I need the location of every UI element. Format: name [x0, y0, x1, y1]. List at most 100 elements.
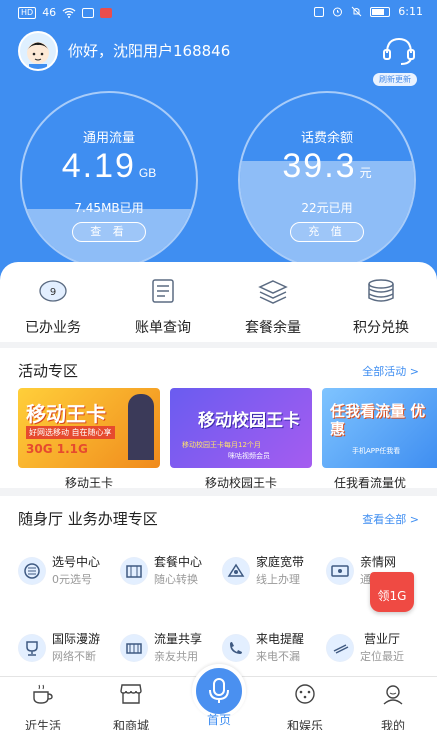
- share-icon: [120, 634, 148, 662]
- biz-name: 选号中心: [52, 555, 101, 569]
- refresh-button[interactable]: 刷新更新: [373, 73, 417, 86]
- avatar[interactable]: [18, 31, 58, 71]
- banner-figure: [128, 394, 154, 460]
- quick-action-balance[interactable]: 套餐余量: [228, 278, 318, 337]
- biz-desc: 定位最近: [360, 650, 404, 663]
- data-value-number: 4.19: [61, 147, 136, 185]
- nav-me[interactable]: 我的: [358, 683, 428, 730]
- nav-home-label: 首页: [206, 713, 231, 727]
- svg-text:9: 9: [50, 287, 56, 298]
- banner-free-data[interactable]: 任我看流量 优惠 手机APP任我看: [322, 388, 437, 468]
- nfc-icon: [314, 6, 325, 17]
- gallery-icon: [82, 7, 95, 18]
- biz-item-store[interactable]: 营业厅 定位最近: [326, 630, 437, 670]
- profile-icon: [383, 685, 403, 705]
- banner-subline: 好网选移动 自在随心享: [26, 426, 115, 439]
- biz-desc: 网络不断: [52, 650, 96, 663]
- quick-action-label: 账单查询: [135, 320, 191, 336]
- gamepad-icon: [295, 684, 315, 704]
- balance-value-number: 39.3: [282, 147, 357, 185]
- greeting-text: 你好，沈阳用户168846: [68, 42, 231, 60]
- quick-action-label: 积分兑换: [353, 320, 409, 336]
- banner-label: 移动校园王卡: [204, 476, 277, 490]
- bill-icon: [152, 279, 174, 303]
- location-icon: [326, 634, 354, 662]
- data-value: 4.19 GB: [22, 147, 196, 186]
- promo-badge[interactable]: 领1G: [370, 572, 414, 612]
- biz-name: 家庭宽带: [256, 555, 305, 569]
- biz-name: 营业厅: [364, 632, 401, 646]
- signal-text: 46: [42, 6, 57, 19]
- app-notification-icon: [100, 7, 113, 18]
- wifi-icon: [62, 7, 76, 18]
- sim-icon: [18, 557, 46, 585]
- view-data-button[interactable]: 查 看: [72, 222, 146, 242]
- biz-item-broadband[interactable]: 家庭宽带 线上办理: [222, 553, 330, 593]
- biz-name: 套餐中心: [154, 555, 203, 569]
- balance-circle[interactable]: 话费余额 39.3 元 22元已用 充 值: [238, 91, 416, 269]
- biz-desc: 随心转换: [154, 573, 198, 586]
- banner-subline: 移动校园王卡每月12个月: [182, 441, 261, 449]
- nav-label: 和娱乐: [286, 719, 323, 730]
- nav-home[interactable]: [192, 664, 246, 718]
- business-title: 随身厅 业务办理专区: [18, 510, 158, 528]
- biz-item-roaming[interactable]: 国际漫游 网络不断: [18, 630, 126, 670]
- biz-desc: 来电不漏: [256, 650, 300, 663]
- banner-subline: 手机APP任我看: [352, 447, 401, 455]
- phone-icon: [222, 634, 250, 662]
- banner-detail: 30G 1.1G: [26, 442, 88, 456]
- data-usage-circle[interactable]: 通用流量 4.19 GB 7.45MB已用 查 看: [20, 91, 198, 269]
- view-all-link[interactable]: 查看全部 >: [362, 511, 419, 527]
- nav-entertainment[interactable]: 和娱乐: [270, 683, 340, 730]
- clock: 6:11: [398, 5, 423, 18]
- biz-name: 国际漫游: [52, 632, 101, 646]
- banner-label: 移动王卡: [64, 476, 113, 490]
- biz-desc: 线上办理: [256, 573, 300, 586]
- data-title: 通用流量: [82, 131, 135, 146]
- quick-action-label: 已办业务: [25, 320, 81, 336]
- broadband-icon: [222, 557, 250, 585]
- banner-campus-card[interactable]: 移动校园王卡 移动校园王卡每月12个月 咪咕视频会员: [170, 388, 312, 468]
- coins-icon: [368, 279, 394, 302]
- activity-section: 活动专区 全部活动 > 移动王卡 好网选移动 自在随心享 30G 1.1G 移动…: [0, 348, 437, 490]
- balance-title: 话费余额: [300, 131, 353, 146]
- nav-life[interactable]: 近生活: [8, 683, 78, 730]
- quick-action-bill[interactable]: 账单查询: [118, 278, 208, 337]
- quick-actions-panel: 9 已办业务 账单查询 套餐余量 积分兑换: [0, 262, 437, 342]
- banner-headline: 移动王卡: [26, 402, 106, 426]
- banner-headline: 移动校园王卡: [198, 411, 300, 431]
- biz-desc: 0元选号: [52, 573, 92, 586]
- nav-label: 我的: [380, 719, 405, 730]
- family-icon: [326, 557, 354, 585]
- quick-action-points[interactable]: 积分兑换: [336, 278, 426, 337]
- biz-name: 来电提醒: [256, 632, 305, 646]
- coffee-icon: [33, 684, 53, 704]
- data-used-text: 7.45MB已用: [74, 201, 144, 215]
- alarm-icon: [333, 7, 343, 17]
- status-bar: HD 46 6:11: [0, 0, 437, 26]
- banner-headline: 任我看流量 优惠: [330, 402, 426, 438]
- recharge-button[interactable]: 充 值: [290, 222, 364, 242]
- store-icon: [120, 684, 142, 704]
- banner-wang-card[interactable]: 移动王卡 好网选移动 自在随心享 30G 1.1G: [18, 388, 160, 468]
- balance-used-text: 22元已用: [301, 201, 353, 215]
- customer-service-icon[interactable]: [381, 35, 417, 67]
- quick-action-processed[interactable]: 9 已办业务: [8, 278, 98, 337]
- all-activities-link[interactable]: 全部活动 >: [362, 363, 419, 379]
- hd-indicator: HD: [18, 6, 37, 19]
- mic-icon: [209, 678, 229, 703]
- nav-label: 近生活: [24, 719, 61, 730]
- banner-detail: 咪咕视频会员: [228, 452, 270, 460]
- package-icon: [120, 557, 148, 585]
- badge-count-icon: 9: [39, 280, 67, 302]
- biz-item-call-alert[interactable]: 来电提醒 来电不漏: [222, 630, 330, 670]
- biz-item-package[interactable]: 套餐中心 随心转换: [120, 553, 228, 593]
- nav-label: 和商城: [112, 719, 149, 730]
- trophy-icon: [18, 634, 46, 662]
- promo-badge-label: 领1G: [377, 589, 407, 603]
- biz-item-number-select[interactable]: 选号中心 0元选号: [18, 553, 126, 593]
- activity-title: 活动专区: [18, 362, 79, 380]
- nav-mall[interactable]: 和商城: [96, 683, 166, 730]
- banner-label: 任我看流量优: [334, 476, 407, 490]
- biz-desc: 亲友共用: [154, 650, 198, 663]
